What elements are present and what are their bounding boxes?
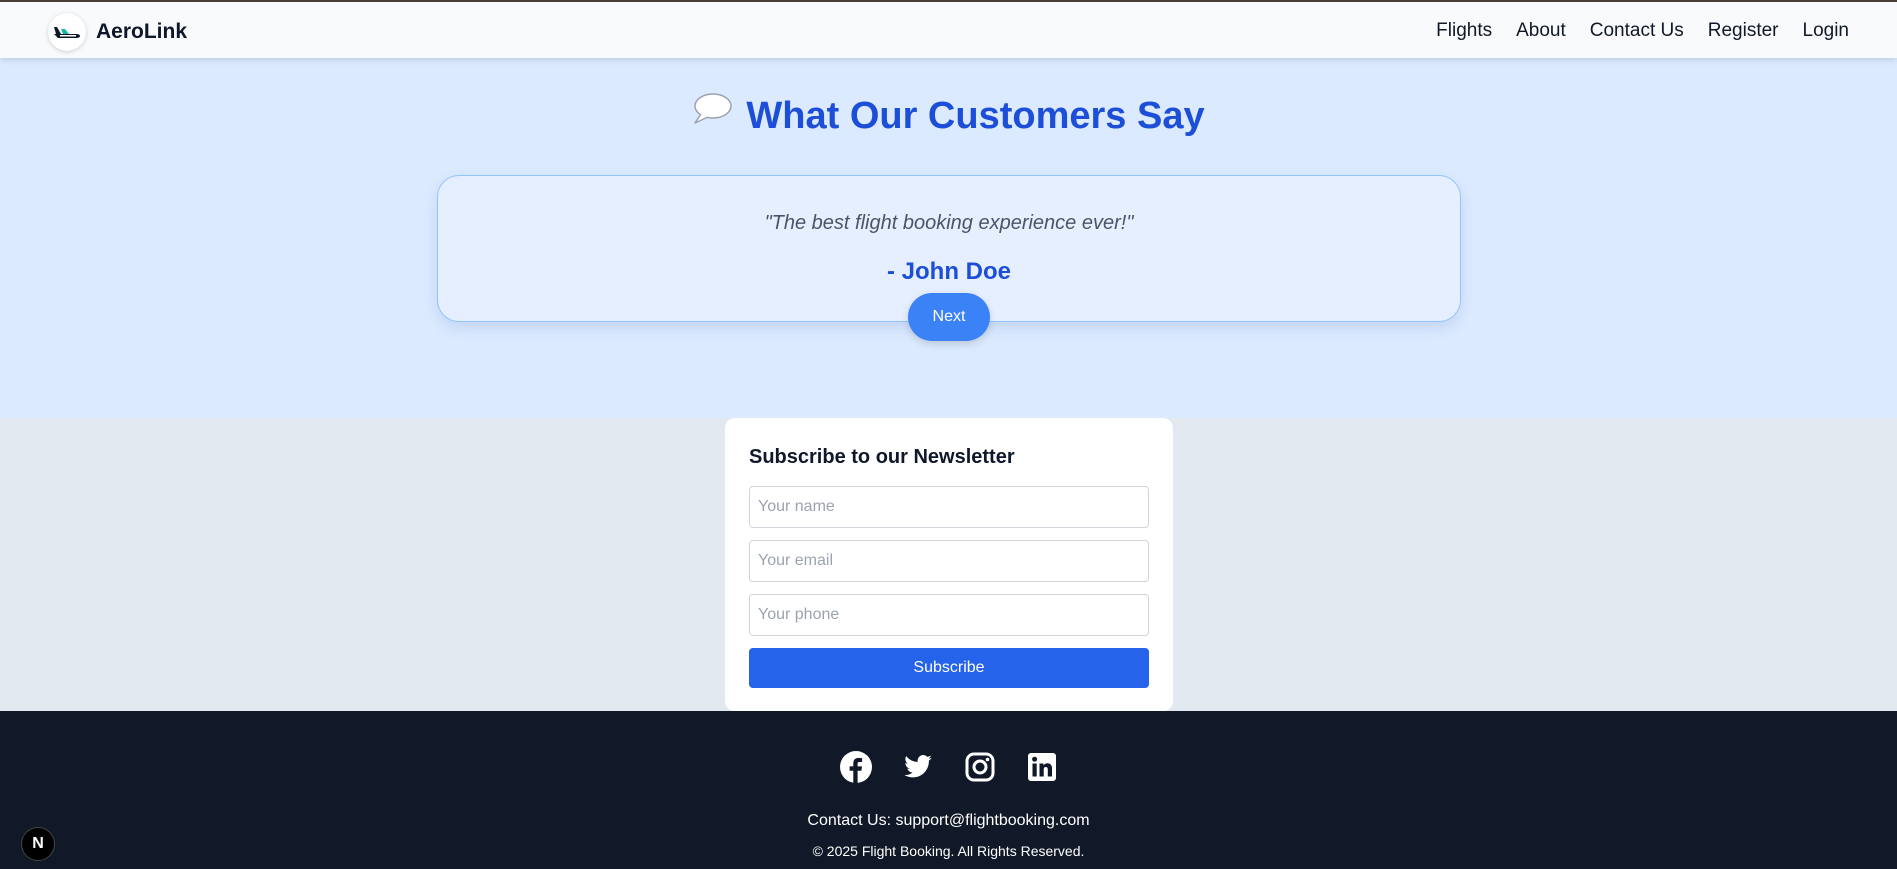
next-testimonial-button[interactable]: Next (908, 293, 990, 341)
name-field[interactable] (749, 486, 1149, 528)
brand-name: AeroLink (96, 20, 188, 43)
footer-contact: Contact Us: support@flightbooking.com (807, 812, 1090, 829)
linkedin-icon[interactable] (1026, 751, 1058, 783)
airplane-logo-icon (48, 13, 86, 51)
nav-links: Flights About Contact Us Register Login (1436, 20, 1849, 42)
instagram-icon[interactable] (964, 751, 996, 783)
nav-link-register[interactable]: Register (1708, 20, 1779, 42)
facebook-icon[interactable] (839, 751, 872, 783)
navbar: AeroLink Flights About Contact Us Regist… (0, 0, 1897, 58)
dev-tools-badge[interactable]: N (21, 827, 55, 861)
nav-link-flights[interactable]: Flights (1436, 20, 1492, 42)
subscribe-button[interactable]: Subscribe (749, 648, 1149, 688)
testimonial-quote: "The best flight booking experience ever… (764, 212, 1134, 234)
footer-copyright: © 2025 Flight Booking. All Rights Reserv… (812, 843, 1085, 859)
nav-link-about[interactable]: About (1516, 20, 1566, 42)
testimonial-author: - John Doe (887, 258, 1011, 285)
email-field[interactable] (749, 540, 1149, 582)
brand[interactable]: AeroLink (48, 13, 187, 51)
footer: Contact Us: support@flightbooking.com © … (0, 711, 1897, 869)
testimonials-section: What Our Customers Say "The best flight … (0, 58, 1897, 418)
twitter-icon[interactable] (902, 751, 934, 783)
nav-link-contact-us[interactable]: Contact Us (1590, 20, 1684, 42)
newsletter-title: Subscribe to our Newsletter (749, 446, 1015, 468)
phone-field[interactable] (749, 594, 1149, 636)
speech-bubble-icon (692, 92, 733, 136)
newsletter-card: Subscribe to our Newsletter Subscribe (725, 418, 1173, 711)
nav-link-login[interactable]: Login (1803, 20, 1850, 42)
testimonials-heading-text: What Our Customers Say (746, 95, 1205, 137)
testimonials-heading: What Our Customers Say (0, 92, 1897, 140)
social-links (0, 751, 1897, 783)
